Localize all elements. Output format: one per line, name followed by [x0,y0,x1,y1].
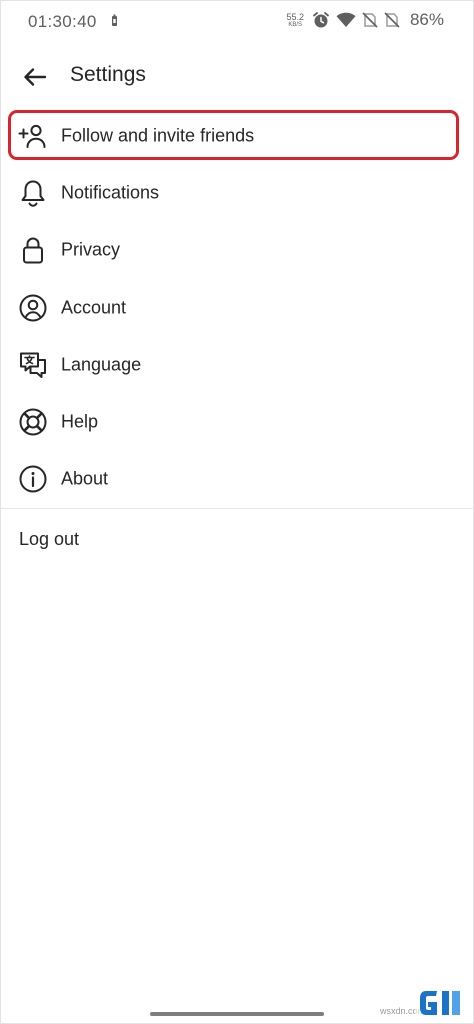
wifi-icon [336,12,356,27]
network-speed-unit: KB/S [288,21,303,28]
menu-item-label: Account [61,297,127,318]
gadgets-logo-icon [415,985,467,1022]
app-header: Settings [0,52,474,100]
no-sim-icon-2 [384,12,400,28]
menu-item-label: Privacy [61,239,121,260]
menu-item-follow-invite[interactable]: Follow and invite friends [0,107,474,164]
menu-item-about[interactable]: About [0,451,474,508]
lifebuoy-icon [19,408,47,436]
menu-item-label: About [61,468,109,489]
translate-icon [20,352,46,378]
menu-item-notifications[interactable]: Notifications [0,164,474,221]
menu-item-language[interactable]: Language [0,336,474,393]
menu-item-label: Help [61,411,99,432]
status-time: 01:30:40 [28,12,97,31]
network-speed: 55.2 KB/S [286,11,304,28]
status-bar: 01:30:40 55.2 KB/S 86% [0,0,474,44]
info-icon [19,465,47,493]
menu-item-label: Follow and invite friends [61,125,255,146]
add-person-icon [18,124,46,148]
settings-menu: Follow and invite friends Notifications … [0,107,474,508]
page-title: Settings [70,63,146,86]
section-divider [0,508,474,509]
menu-item-help[interactable]: Help [0,393,474,450]
menu-item-label: Language [61,354,142,375]
menu-item-account[interactable]: Account [0,279,474,336]
battery-percent: 86% [409,10,444,29]
account-circle-icon [19,294,47,322]
menu-item-label: Notifications [61,182,160,203]
bell-icon [21,180,45,207]
menu-item-privacy[interactable]: Privacy [0,222,474,279]
back-arrow-icon[interactable] [20,62,50,92]
no-sim-icon-1 [362,12,378,28]
network-speed-value: 55.2 [286,11,304,22]
battery-saver-icon [112,14,117,26]
alarm-icon [313,12,329,28]
lock-icon [23,237,43,264]
log-out-button[interactable]: Log out [19,529,79,550]
home-indicator[interactable] [150,1012,324,1016]
